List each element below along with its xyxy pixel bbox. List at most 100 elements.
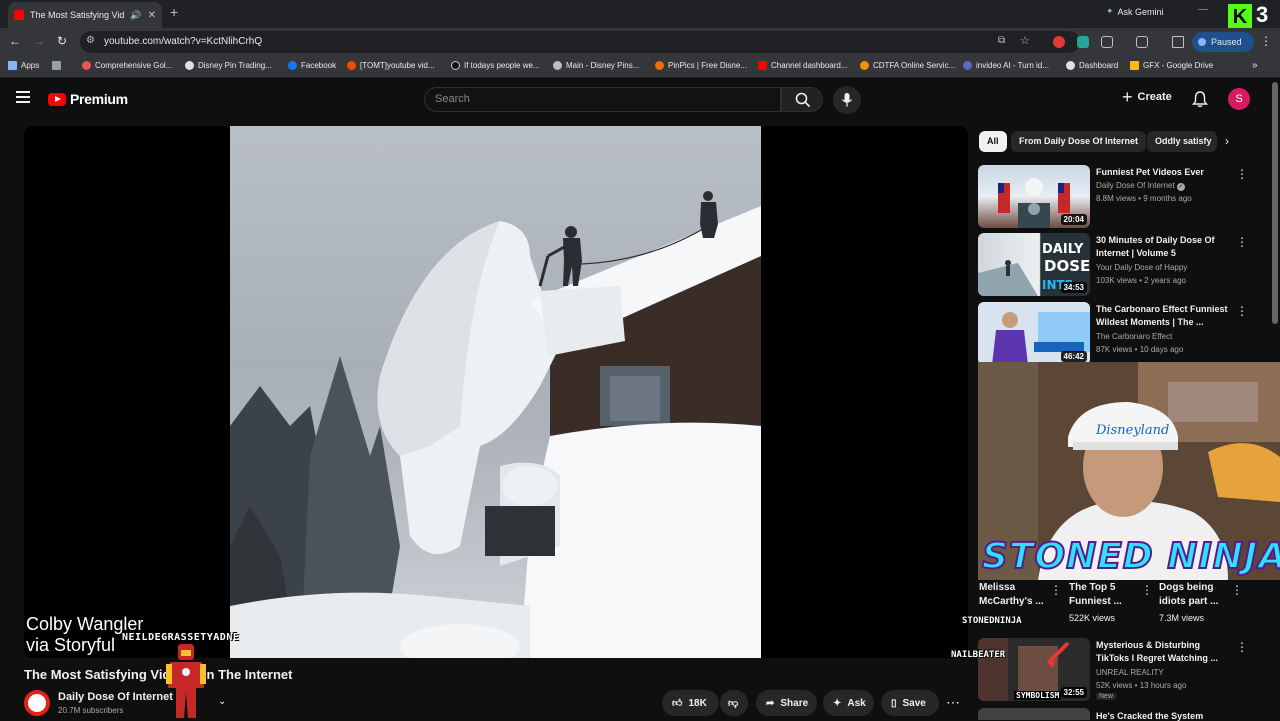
recommendation-channel[interactable]: UNREAL REALITY: [1096, 668, 1164, 677]
channel-name[interactable]: Daily Dose Of Internet: [58, 691, 173, 703]
svg-text:DAILY: DAILY: [1042, 242, 1084, 257]
more-options-icon[interactable]: ⋮: [1141, 583, 1153, 597]
bookmark-item[interactable]: Channel dashboard...: [758, 61, 848, 70]
sparkle-icon: ✦: [833, 697, 842, 709]
video-frame[interactable]: [230, 126, 761, 658]
more-bookmarks-icon[interactable]: »: [1252, 60, 1258, 71]
chevron-right-icon[interactable]: ›: [1225, 134, 1229, 148]
bookmark-label: Channel dashboard...: [771, 61, 848, 70]
guide-menu-icon[interactable]: [16, 91, 30, 105]
bookmark-item[interactable]: Facebook: [288, 61, 336, 70]
recommendation-item[interactable]: DAILY DOSE INTE 34:53 30 Minutes of Dail…: [978, 233, 1250, 297]
search-icon: [795, 92, 811, 108]
ask-gemini-button[interactable]: ✦ Ask Gemini: [1106, 6, 1164, 17]
install-app-icon[interactable]: ⧉: [998, 35, 1005, 46]
back-arrow-icon[interactable]: ←: [9, 34, 21, 48]
dislike-button[interactable]: 👎︎: [720, 690, 748, 716]
subscribe-dropdown-chevron-icon[interactable]: ⌄: [218, 696, 226, 707]
page-scrollbar[interactable]: [1272, 82, 1278, 324]
bookmark-item[interactable]: Comprehensive Gol...: [82, 61, 172, 70]
search-button[interactable]: [781, 87, 823, 112]
bookmark-item[interactable]: [TOMT]youtube vid...: [347, 61, 435, 70]
reading-list-icon[interactable]: [1172, 36, 1184, 48]
more-options-icon[interactable]: ⋮: [1050, 583, 1062, 597]
forward-arrow-icon[interactable]: →: [33, 34, 45, 48]
browser-menu-icon[interactable]: ⋮: [1260, 34, 1272, 48]
more-options-icon[interactable]: ⋮: [1231, 583, 1243, 597]
recommendation-thumbnail[interactable]: 20:04: [978, 165, 1090, 228]
side-panel-icon[interactable]: [1136, 36, 1148, 48]
like-button[interactable]: 👍︎ 18K: [662, 690, 719, 716]
bookmark-item[interactable]: Disney Pin Trading...: [185, 61, 272, 70]
chip-oddly-satisfying[interactable]: Oddly satisfy: [1147, 131, 1217, 152]
channel-avatar[interactable]: [24, 690, 50, 716]
more-actions-icon[interactable]: ⋯: [946, 694, 960, 711]
chip-from-channel[interactable]: From Daily Dose Of Internet: [1011, 131, 1147, 152]
browser-toolbar: ← → ↻ ⚙ youtube.com/watch?v=KctNlihCrhQ …: [0, 28, 1280, 56]
recommendation-title[interactable]: The Carbonaro Effect Funniest Wildest Mo…: [1096, 303, 1228, 329]
recommendation-item[interactable]: 20:04 Funniest Pet Videos Ever Daily Dos…: [978, 165, 1250, 229]
more-options-icon[interactable]: ⋮: [1236, 640, 1248, 654]
bookmark-label: Facebook: [301, 61, 337, 70]
short-views: 522K views: [1069, 613, 1116, 623]
recommendation-title[interactable]: 30 Minutes of Daily Dose Of Internet | V…: [1096, 234, 1228, 260]
bookmark-item[interactable]: If todays people we...: [451, 61, 540, 70]
bookmark-item[interactable]: PinPics | Free Disne...: [655, 61, 747, 70]
minimize-window-button[interactable]: —: [1198, 4, 1208, 15]
search-input[interactable]: Search: [424, 87, 781, 112]
share-arrow-icon: ➦: [766, 697, 775, 709]
bookmark-item[interactable]: CDTFA Online Servic...: [860, 61, 955, 70]
recommendation-channel[interactable]: Your Daily Dose of Happy: [1096, 263, 1187, 272]
video-player[interactable]: Colby Wangler via Storyful NEILDEGRASSET…: [24, 126, 968, 658]
recommendation-thumbnail[interactable]: 46:42: [978, 302, 1090, 365]
save-button[interactable]: ▯ Save: [881, 690, 939, 716]
recommendation-channel[interactable]: The Carbonaro Effect: [1096, 332, 1172, 341]
short-title[interactable]: Dogs being idiots part ...: [1159, 581, 1237, 609]
share-button[interactable]: ➦ Share: [756, 690, 817, 716]
extensions-puzzle-icon[interactable]: [1101, 36, 1113, 48]
account-avatar[interactable]: S: [1228, 88, 1250, 110]
bookmark-label: If todays people we...: [464, 61, 540, 70]
youtube-masthead: Premium Search + Create S: [0, 78, 1280, 122]
duration-badge: 34:53: [1060, 282, 1087, 293]
recommendation-meta: 52K views • 13 hours ago: [1096, 681, 1187, 690]
short-title[interactable]: Melissa McCarthy's ...: [979, 581, 1059, 609]
bookmark-apps[interactable]: Apps: [8, 61, 39, 70]
site-info-icon[interactable]: ⚙: [86, 35, 95, 46]
voice-search-button[interactable]: [833, 86, 861, 114]
more-options-icon[interactable]: ⋮: [1236, 235, 1248, 249]
bookmark-item[interactable]: Dashboard: [1066, 61, 1118, 70]
bookmark-label: Dashboard: [1079, 61, 1119, 70]
profile-paused-button[interactable]: Paused: [1192, 32, 1254, 52]
recommendation-thumbnail[interactable]: DAILY DOSE INTE 34:53: [978, 233, 1090, 296]
plus-icon: +: [1122, 87, 1133, 107]
recommendation-item[interactable]: 46:42 The Carbonaro Effect Funniest Wild…: [978, 302, 1250, 366]
bookmark-item[interactable]: invideo AI - Turn id...: [963, 61, 1049, 70]
recommendation-title[interactable]: Funniest Pet Videos Ever: [1096, 166, 1228, 179]
recommendation-title[interactable]: Mysterious & Disturbing TikToks I Regret…: [1096, 639, 1228, 665]
extension-red-icon[interactable]: [1053, 36, 1065, 48]
chip-all[interactable]: All: [979, 131, 1007, 152]
create-button[interactable]: + Create: [1122, 87, 1172, 107]
audio-playing-icon[interactable]: 🔊: [130, 10, 141, 21]
extension-teal-icon[interactable]: [1077, 36, 1089, 48]
recommendation-channel[interactable]: Daily Dose Of Internet ✓: [1096, 181, 1185, 191]
short-title[interactable]: The Top 5 Funniest ...: [1069, 581, 1147, 609]
bookmark-tab-grid[interactable]: [52, 61, 61, 70]
new-tab-button[interactable]: +: [170, 4, 178, 20]
reload-icon[interactable]: ↻: [57, 34, 67, 48]
facebook-icon: [288, 61, 297, 70]
notifications-button[interactable]: [1192, 90, 1208, 113]
browser-tab[interactable]: The Most Satisfying Videos 🔊 ✕: [8, 2, 162, 28]
close-tab-icon[interactable]: ✕: [148, 10, 156, 21]
more-options-icon[interactable]: ⋮: [1236, 167, 1248, 181]
bookmark-item[interactable]: GFX - Google Drive: [1130, 61, 1213, 70]
more-options-icon[interactable]: ⋮: [1236, 304, 1248, 318]
address-bar[interactable]: ⚙ youtube.com/watch?v=KctNlihCrhQ ⧉ ☆: [80, 31, 1080, 53]
recommendation-thumbnail[interactable]: [978, 708, 1090, 720]
like-count: 18K: [688, 697, 707, 709]
ask-button[interactable]: ✦ Ask: [823, 690, 874, 716]
bookmark-item[interactable]: Main - Disney Pins...: [553, 61, 639, 70]
bookmark-star-icon[interactable]: ☆: [1020, 34, 1030, 47]
youtube-premium-logo[interactable]: Premium: [48, 91, 128, 107]
